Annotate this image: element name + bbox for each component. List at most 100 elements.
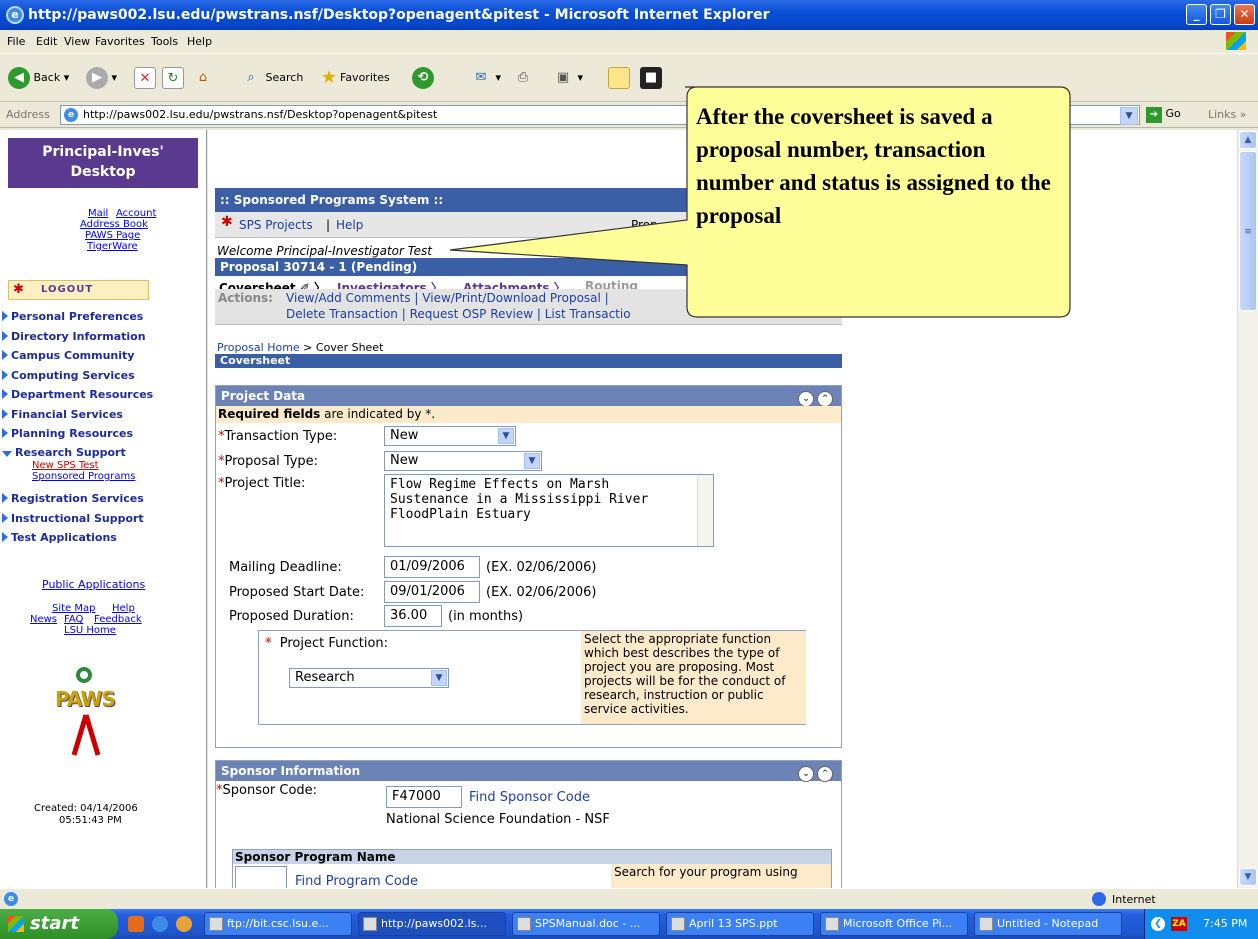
notepad-icon <box>979 917 993 931</box>
search-icon: ⌕ <box>247 70 255 85</box>
address-dropdown-button[interactable]: ▼ <box>1120 107 1138 125</box>
chevron-down-icon: ▼ <box>498 428 514 444</box>
sps-figure-icon: ✱ <box>221 214 233 230</box>
menu-tools[interactable]: Tools <box>151 35 178 48</box>
address-book-link[interactable]: Address Book <box>80 219 148 230</box>
new-sps-test-link[interactable]: New SPS Test <box>32 460 99 471</box>
scroll-down-icon[interactable]: ▼ <box>1239 868 1257 886</box>
program-code-input[interactable] <box>235 866 287 888</box>
project-function-box: * Project Function: Research ▼ Select the… <box>258 630 806 725</box>
nav-directory-information[interactable]: Directory Information <box>2 330 146 343</box>
nav-computing-services[interactable]: Computing Services <box>2 369 135 382</box>
nav-campus-community[interactable]: Campus Community <box>2 349 134 362</box>
callout-text: After the coversheet is saved a proposal… <box>696 104 1051 228</box>
duration-label: Proposed Duration: <box>229 609 354 624</box>
sps-help-link[interactable]: Help <box>336 218 363 232</box>
menu-file[interactable]: File <box>7 35 25 48</box>
sponsor-name: National Science Foundation - NSF <box>386 812 610 827</box>
project-title-textarea[interactable]: Flow Regime Effects on Marsh Sustenance … <box>384 474 714 547</box>
close-button[interactable]: ✕ <box>1234 4 1255 25</box>
sponsor-code-input[interactable]: F47000 <box>386 786 462 808</box>
nav-personal-preferences[interactable]: Personal Preferences <box>2 310 143 323</box>
minimize-button[interactable]: _ <box>1186 4 1207 25</box>
zonealarm-icon[interactable]: ZA <box>1171 917 1187 931</box>
duration-input[interactable]: 36.00 <box>384 605 442 627</box>
faq-link[interactable]: FAQ <box>64 614 83 625</box>
go-button[interactable]: ➔ Go <box>1146 107 1181 123</box>
menu-view[interactable]: View <box>64 35 90 48</box>
breadcrumb: Proposal Home > Cover Sheet <box>217 341 384 354</box>
sps-projects-link[interactable]: SPS Projects <box>239 218 313 232</box>
menu-bar: File Edit View Favorites Tools Help <box>0 30 1258 54</box>
public-applications-link[interactable]: Public Applications <box>42 578 145 591</box>
start-button[interactable]: start <box>0 909 118 939</box>
favorites-button[interactable]: ★ Favorites <box>318 66 390 90</box>
paws-page-link[interactable]: PAWS Page <box>85 230 140 241</box>
feedback-link[interactable]: Feedback <box>94 614 142 625</box>
stop-button[interactable]: ✕ <box>134 66 156 90</box>
scroll-thumb[interactable]: ≡ <box>1239 151 1257 311</box>
transaction-type-label: *Transaction Type: <box>218 429 338 444</box>
collapse-icon[interactable]: ⌄ <box>798 766 814 782</box>
proposal-type-select[interactable]: New ▼ <box>384 451 542 471</box>
project-function-select[interactable]: Research ▼ <box>289 668 449 688</box>
word-icon <box>517 917 531 931</box>
news-link[interactable]: News <box>30 614 57 625</box>
expand-icon[interactable]: ⌃ <box>817 391 833 407</box>
sponsor-code-label: *Sponsor Code: <box>216 783 318 798</box>
refresh-button[interactable]: ↻ <box>162 66 184 90</box>
clock: 7:45 PM <box>1203 917 1248 930</box>
quicklaunch-ie-icon[interactable] <box>152 916 168 932</box>
paws-sidebar: Principal-Inves' Desktop Mail Account Ad… <box>0 130 207 888</box>
nav-planning-resources[interactable]: Planning Resources <box>2 427 133 440</box>
task-office-picture[interactable]: Microsoft Office Pi... <box>820 912 968 936</box>
vertical-scrollbar[interactable]: ▲ ≡ ▼ <box>1237 130 1258 888</box>
expand-icon[interactable]: ⌃ <box>817 766 833 782</box>
project-function-help: Select the appropriate function which be… <box>581 631 806 724</box>
tray-expand-icon[interactable]: ❮ <box>1151 917 1165 931</box>
nav-research-support[interactable]: Research Support <box>2 446 126 459</box>
breadcrumb-home-link[interactable]: Proposal Home <box>217 341 300 354</box>
quicklaunch-outlook-icon[interactable] <box>128 916 144 932</box>
task-ftp[interactable]: ftp://bit.csc.lsu.e... <box>204 912 352 936</box>
find-program-code-link[interactable]: Find Program Code <box>295 874 418 888</box>
links-button[interactable]: Links » <box>1208 108 1247 121</box>
nav-department-resources[interactable]: Department Resources <box>2 388 153 401</box>
lsu-home-link[interactable]: LSU Home <box>64 625 116 636</box>
search-button[interactable]: ⌕ Search <box>240 66 303 90</box>
nav-financial-services[interactable]: Financial Services <box>2 408 123 421</box>
nav-registration-services[interactable]: Registration Services <box>2 492 144 505</box>
account-link[interactable]: Account <box>116 208 156 219</box>
menu-edit[interactable]: Edit <box>36 35 57 48</box>
chevron-down-icon: ▼ <box>524 453 540 469</box>
coversheet-title: Coversheet <box>215 354 842 368</box>
nav-instructional-support[interactable]: Instructional Support <box>2 512 144 525</box>
task-ie[interactable]: http://paws002.ls... <box>358 912 506 936</box>
mail-link[interactable]: Mail <box>88 208 108 219</box>
quicklaunch-media-icon[interactable] <box>176 916 192 932</box>
back-button[interactable]: ◀ Back ▾ <box>8 66 69 90</box>
site-map-link[interactable]: Site Map <box>52 603 95 614</box>
tigerware-link[interactable]: TigerWare <box>87 241 138 252</box>
scroll-up-icon[interactable]: ▲ <box>1239 131 1257 149</box>
textarea-scrollbar[interactable] <box>697 475 713 546</box>
forward-button[interactable]: ▶ ▾ <box>86 66 117 90</box>
nav-test-applications[interactable]: Test Applications <box>2 531 117 544</box>
help-link[interactable]: Help <box>112 603 135 614</box>
task-powerpoint[interactable]: April 13 SPS.ppt <box>666 912 814 936</box>
home-button[interactable]: ⌂ <box>192 66 214 90</box>
maximize-button[interactable]: ❐ <box>1210 4 1231 25</box>
go-arrow-icon: ➔ <box>1146 107 1162 123</box>
find-sponsor-code-link[interactable]: Find Sponsor Code <box>469 790 590 805</box>
logout-button[interactable]: ✱ LOGOUT <box>8 280 149 300</box>
transaction-type-select[interactable]: New ▼ <box>384 426 516 446</box>
task-notepad[interactable]: Untitled - Notepad <box>974 912 1122 936</box>
start-date-input[interactable]: 09/01/2006 <box>384 581 480 603</box>
window-titlebar[interactable]: e http://paws002.lsu.edu/pwstrans.nsf/De… <box>0 0 1258 30</box>
mailing-deadline-input[interactable]: 01/09/2006 <box>384 556 480 578</box>
menu-favorites[interactable]: Favorites <box>95 35 145 48</box>
sponsored-programs-link[interactable]: Sponsored Programs <box>32 471 135 482</box>
collapse-icon[interactable]: ⌄ <box>798 391 814 407</box>
task-word[interactable]: SPSManual.doc - ... <box>512 912 660 936</box>
menu-help[interactable]: Help <box>187 35 212 48</box>
